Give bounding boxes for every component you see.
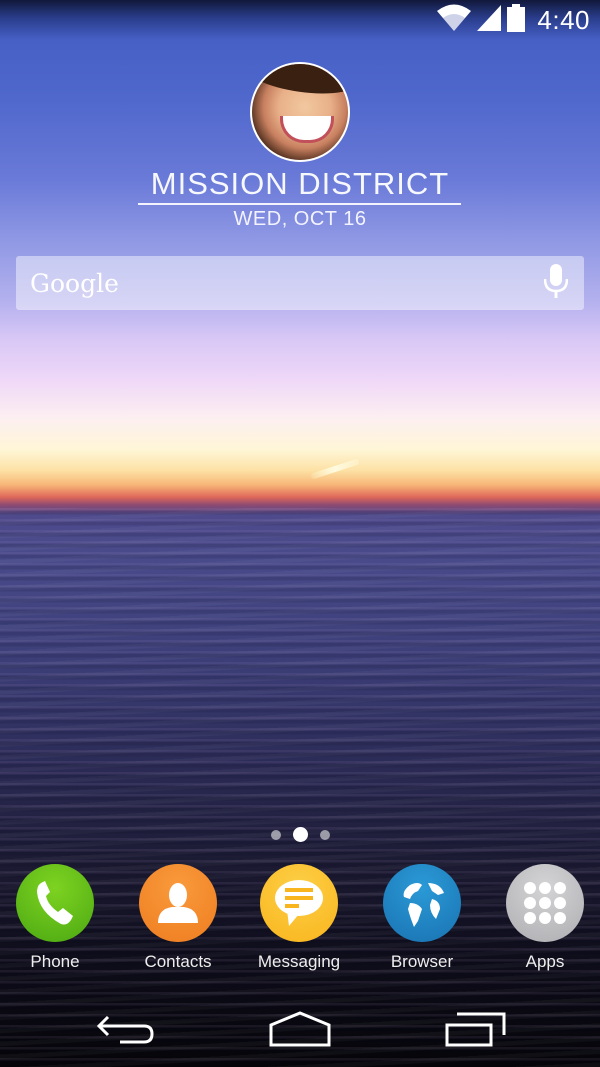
messaging-icon — [260, 864, 338, 942]
contacts-icon — [139, 864, 217, 942]
dock-item-apps[interactable]: Apps — [490, 864, 600, 972]
home-icon — [269, 1011, 331, 1047]
home-button[interactable] — [260, 1007, 340, 1051]
divider — [138, 203, 461, 205]
wifi-icon — [437, 4, 472, 36]
dock-item-phone[interactable]: Phone — [0, 864, 110, 972]
ocean-waves — [0, 508, 600, 1067]
phone-icon — [16, 864, 94, 942]
page-dot-active[interactable] — [292, 827, 308, 842]
apps-grid-icon — [506, 864, 584, 942]
cell-signal-icon — [477, 5, 502, 35]
google-search-bar[interactable]: Google — [16, 256, 584, 310]
recents-icon — [445, 1012, 506, 1047]
status-bar: 4:40 — [0, 0, 600, 40]
sun-glint — [310, 458, 360, 480]
dock-label: Apps — [525, 952, 565, 971]
dock-item-contacts[interactable]: Contacts — [123, 864, 233, 972]
dock-item-messaging[interactable]: Messaging — [244, 864, 354, 972]
dock-label: Phone — [30, 952, 80, 971]
dock-label: Messaging — [257, 952, 341, 971]
dock: Phone Contacts Messaging Browser Apps — [0, 864, 600, 974]
navigation-bar — [0, 995, 600, 1067]
page-indicator — [0, 827, 600, 842]
recents-button[interactable] — [436, 1007, 516, 1051]
globe-icon — [383, 864, 461, 942]
dock-label: Contacts — [144, 952, 212, 971]
microphone-icon[interactable] — [543, 264, 569, 302]
avatar-smile — [280, 116, 334, 143]
clock: 4:40 — [537, 4, 590, 35]
back-button[interactable] — [86, 1007, 166, 1051]
page-dot[interactable] — [319, 829, 330, 840]
dock-item-browser[interactable]: Browser — [367, 864, 477, 972]
dock-label: Browser — [390, 952, 454, 971]
google-logo: Google — [30, 268, 119, 298]
avatar[interactable] — [250, 62, 350, 162]
back-icon — [96, 1015, 154, 1044]
location-title: MISSION DISTRICT — [150, 166, 450, 201]
page-dot[interactable] — [270, 829, 281, 840]
avatar-hair — [252, 64, 348, 101]
date-label: WED, OCT 16 — [233, 208, 367, 230]
battery-icon — [507, 4, 526, 36]
